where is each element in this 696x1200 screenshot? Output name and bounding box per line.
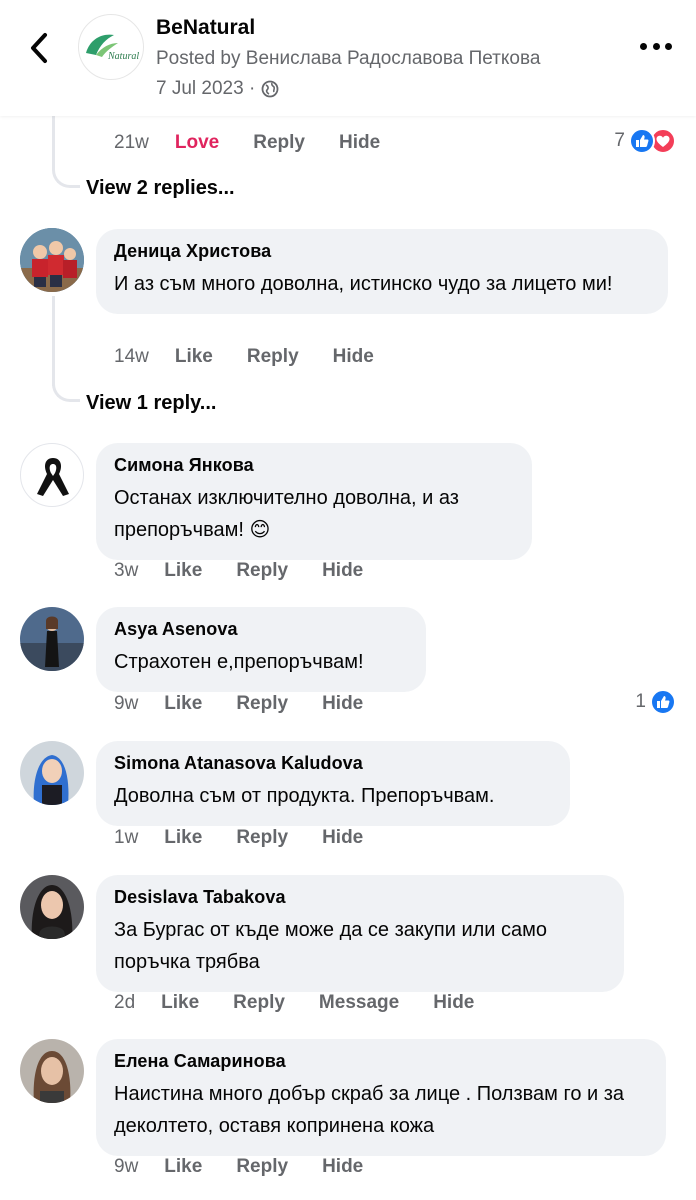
comment-author[interactable]: Simona Atanasova Kaludova [114, 753, 552, 774]
comment-time: 14w [114, 346, 149, 367]
hide-button[interactable]: Hide [322, 693, 363, 715]
more-dot [665, 42, 672, 50]
reply-button[interactable]: Reply [233, 992, 285, 1014]
message-button[interactable]: Message [319, 992, 399, 1014]
avatar-photo [20, 741, 84, 805]
love-button[interactable]: Love [175, 132, 219, 154]
reply-button[interactable]: Reply [236, 560, 288, 582]
comment-bubble: Desislava Tabakova За Бургас от къде мож… [96, 875, 624, 992]
like-button[interactable]: Like [164, 693, 202, 715]
post-header: Natural BeNatural Posted by Венислава Ра… [0, 0, 696, 116]
avatar[interactable] [20, 443, 84, 507]
reply-button[interactable]: Reply [236, 693, 288, 715]
posted-by: Posted by Венислава Радославова Петкова [156, 48, 541, 69]
reaction-count[interactable]: 1 [635, 689, 676, 715]
comment-time: 21w [114, 132, 149, 153]
comment-actions: 1w Like Reply Hide [114, 827, 397, 849]
like-button[interactable]: Like [164, 827, 202, 849]
comment-bubble: Simona Atanasova Kaludova Доволна съм от… [96, 741, 570, 826]
benatural-logo: Natural [86, 34, 139, 62]
comment-text: Страхотен е,препоръчвам! [114, 651, 364, 673]
hide-button[interactable]: Hide [433, 992, 474, 1014]
avatar[interactable] [20, 1039, 84, 1103]
comment-time: 3w [114, 560, 139, 581]
like-button[interactable]: Like [161, 992, 199, 1014]
comment-author[interactable]: Симона Янкова [114, 455, 514, 476]
comment-author[interactable]: Елена Самаринова [114, 1051, 648, 1072]
hide-button[interactable]: Hide [322, 560, 363, 582]
like-button[interactable]: Like [175, 346, 213, 368]
comment-author[interactable]: Asya Asenova [114, 619, 408, 640]
more-options-button[interactable] [640, 36, 672, 56]
comment-actions: 21w Love Reply Hide [114, 132, 414, 154]
comment-time: 9w [114, 693, 139, 714]
comment-time: 2d [114, 992, 136, 1013]
reaction-count[interactable]: 7 [614, 128, 676, 154]
avatar-photo [20, 875, 84, 939]
avatar-photo [20, 1039, 84, 1103]
comment-text: Наистина много добър скраб за лице . Пол… [114, 1083, 625, 1137]
comment-bubble: Деница Христова И аз съм много доволна, … [96, 229, 668, 314]
page-avatar[interactable]: Natural [78, 14, 144, 80]
reply-button[interactable]: Reply [236, 1156, 288, 1178]
hide-button[interactable]: Hide [339, 132, 380, 154]
back-arrow-icon [31, 33, 47, 63]
hide-button[interactable]: Hide [322, 1156, 363, 1178]
avatar[interactable] [20, 228, 84, 292]
like-button[interactable]: Like [164, 560, 202, 582]
comment-bubble: Елена Самаринова Наистина много добър ск… [96, 1039, 666, 1156]
globe-icon [261, 80, 279, 98]
comment-text: Доволна съм от продукта. Препоръчвам. [114, 785, 495, 807]
comment-text: За Бургас от къде може да се закупи или … [114, 919, 548, 973]
thread-curve [52, 380, 80, 402]
back-button[interactable] [22, 28, 56, 68]
like-reaction-icon [650, 689, 676, 715]
reaction-number: 1 [635, 691, 646, 712]
comment-actions: 3w Like Reply Hide [114, 560, 397, 582]
view-replies-link[interactable]: View 1 reply... [86, 392, 216, 415]
comment-actions: 9w Like Reply Hide [114, 1156, 397, 1178]
comment-author[interactable]: Desislava Tabakova [114, 887, 606, 908]
black-ribbon-icon [37, 458, 69, 496]
like-reaction-icon [629, 128, 655, 154]
comment-actions: 2d Like Reply Message Hide [114, 992, 508, 1014]
reaction-number: 7 [614, 130, 625, 151]
reply-button[interactable]: Reply [247, 346, 299, 368]
reply-button[interactable]: Reply [253, 132, 305, 154]
page-name[interactable]: BeNatural [156, 16, 255, 40]
avatar[interactable] [20, 875, 84, 939]
reply-button[interactable]: Reply [236, 827, 288, 849]
post-date: 7 Jul 2023 · [156, 78, 279, 100]
comment-bubble: Asya Asenova Страхотен е,препоръчвам! [96, 607, 426, 692]
comment-text: И аз съм много доволна, истинско чудо за… [114, 273, 613, 295]
thread-line [52, 296, 55, 386]
comment-time: 1w [114, 827, 139, 848]
comment-text: Останах изключително доволна, и аз препо… [114, 487, 459, 541]
thread-curve [52, 166, 80, 188]
hide-button[interactable]: Hide [322, 827, 363, 849]
comment-actions: 9w Like Reply Hide [114, 693, 397, 715]
comment-author[interactable]: Деница Христова [114, 241, 650, 262]
comment-time: 9w [114, 1156, 139, 1177]
hide-button[interactable]: Hide [333, 346, 374, 368]
more-dot [652, 42, 660, 50]
avatar-kids-photo [20, 228, 84, 292]
view-replies-link[interactable]: View 2 replies... [86, 177, 235, 200]
comment-bubble: Симона Янкова Останах изключително довол… [96, 443, 532, 560]
comment-actions: 14w Like Reply Hide [114, 346, 408, 368]
more-options-icon [640, 42, 647, 50]
like-button[interactable]: Like [164, 1156, 202, 1178]
post-date-text: 7 Jul 2023 · [156, 78, 256, 99]
svg-text:Natural: Natural [107, 51, 139, 62]
avatar-photo [20, 607, 84, 671]
avatar[interactable] [20, 741, 84, 805]
thread-line [52, 116, 55, 170]
avatar[interactable] [20, 607, 84, 671]
